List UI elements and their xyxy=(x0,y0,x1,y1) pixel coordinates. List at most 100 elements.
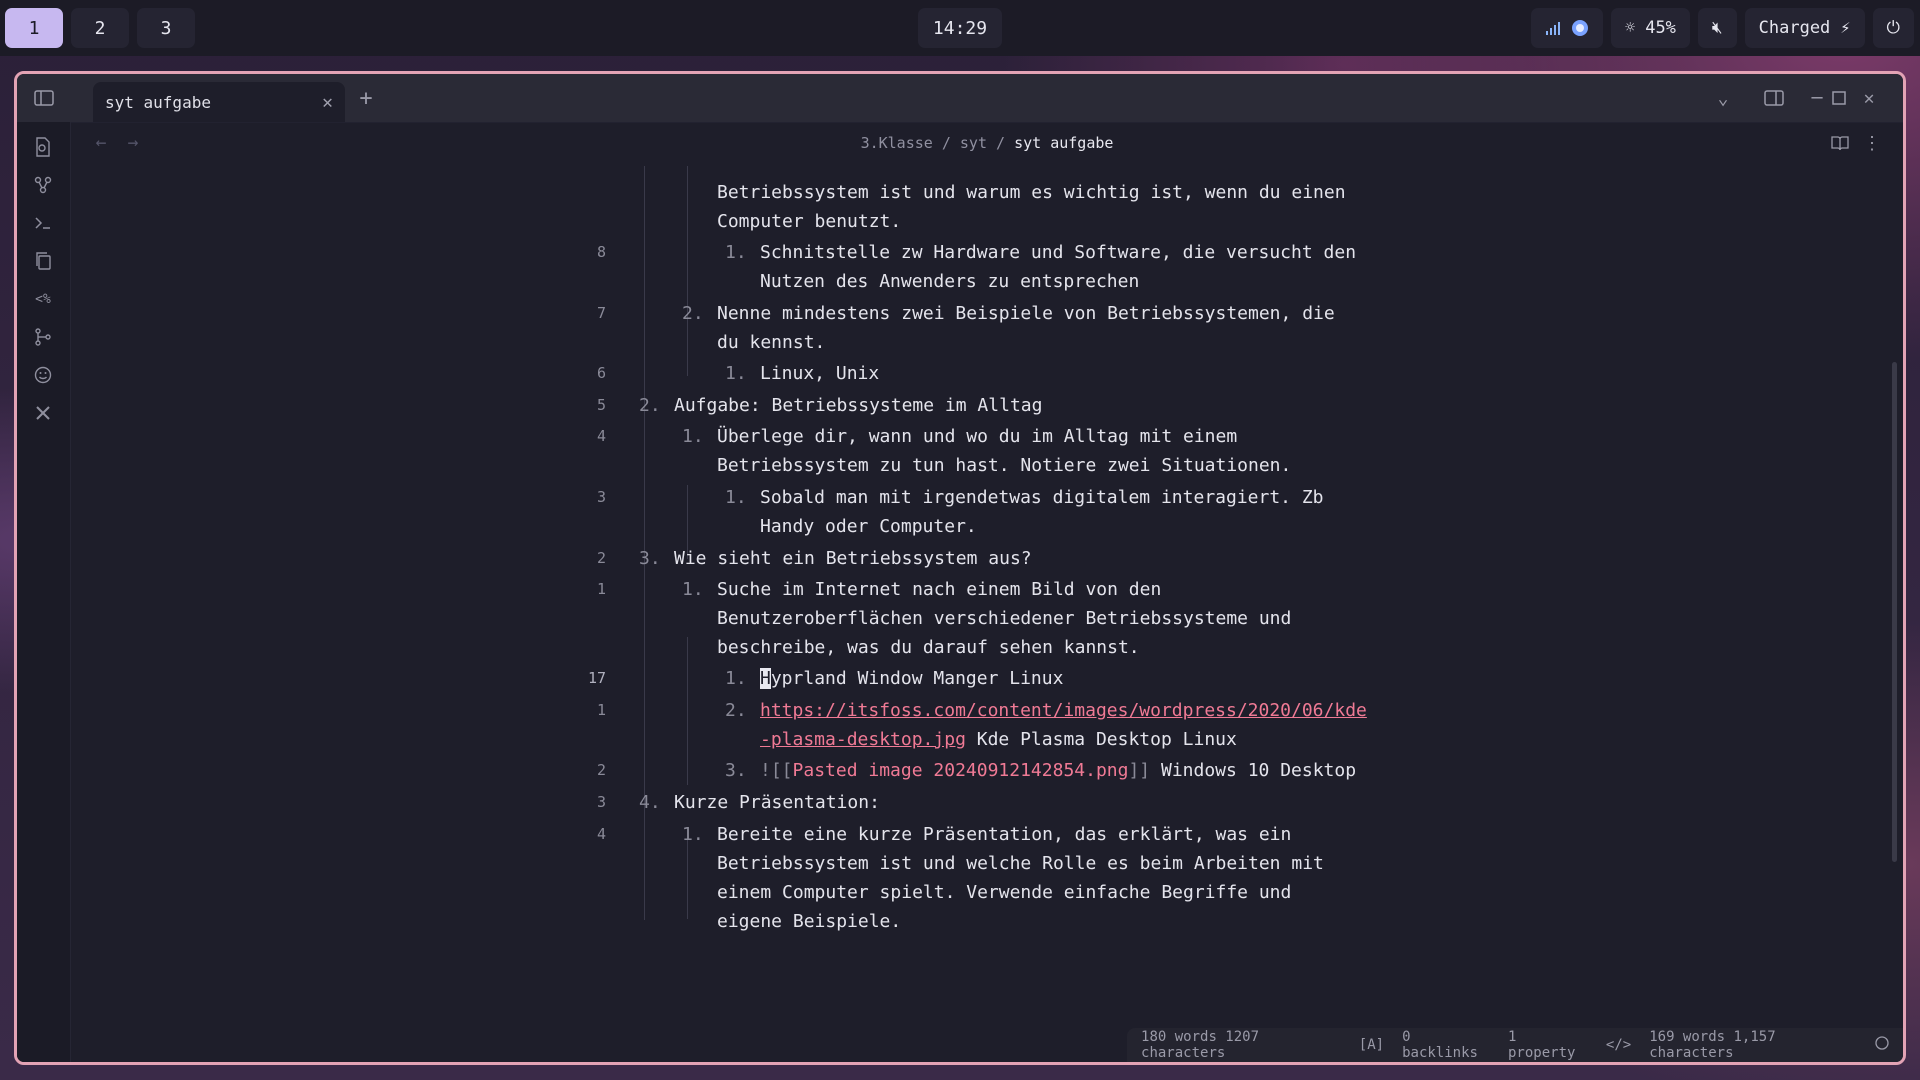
list-item: beschreibe, was du darauf sehen kannst. xyxy=(717,637,1140,658)
split-view-icon[interactable] xyxy=(1761,86,1787,110)
list-item: https://itsfoss.com/content/images/wordp… xyxy=(760,696,1367,725)
list-item: 1. xyxy=(682,426,704,447)
clock[interactable]: 14:29 xyxy=(918,8,1002,48)
line-number: 3 xyxy=(596,488,606,506)
system-tray: ☼ 45% 🔇︎ Charged ⚡︎ ⏻ xyxy=(1530,8,1914,48)
volume-muted-icon: 🔇︎ xyxy=(1711,18,1723,38)
battery-status: Charged xyxy=(1758,18,1831,38)
obsidian-window: syt aufgabe ✕ + ⌄ ─ ✕ <% ← → 3.Klasse / … xyxy=(14,71,1906,1065)
power-icon: ⏻ xyxy=(1886,18,1900,38)
network-tray[interactable] xyxy=(1530,8,1603,48)
maximize-icon[interactable] xyxy=(1827,86,1851,110)
text-cursor: H xyxy=(760,668,771,689)
brightness-value: 45% xyxy=(1645,18,1676,38)
volume-tray[interactable]: 🔇︎ xyxy=(1697,8,1737,48)
brightness-icon: ☼ xyxy=(1624,18,1636,38)
tab-title: syt aufgabe xyxy=(105,92,211,112)
list-item: Wie sieht ein Betriebssystem aus? xyxy=(674,548,1032,569)
minimize-icon[interactable]: ─ xyxy=(1805,86,1829,110)
tab-syt-aufgabe[interactable]: syt aufgabe ✕ xyxy=(93,82,345,122)
list-item: 1. xyxy=(682,824,704,845)
nav-row: ← → 3.Klasse / syt / syt aufgabe ⋮ xyxy=(71,122,1903,164)
terminal-icon[interactable] xyxy=(30,210,56,236)
workspace-3-button[interactable]: 3 xyxy=(137,8,195,48)
indent-guide xyxy=(687,637,688,785)
line-number: 7 xyxy=(596,304,606,322)
list-item: 3. xyxy=(639,548,661,569)
line-number: 8 xyxy=(596,243,606,261)
list-item: 1. xyxy=(725,668,747,689)
sync-status-icon[interactable] xyxy=(1875,1036,1889,1054)
breadcrumb-folder-1[interactable]: 3.Klasse xyxy=(861,134,933,152)
line-number: 1 xyxy=(596,701,606,719)
breadcrumb-current[interactable]: syt aufgabe xyxy=(1014,134,1113,152)
line-number: 4 xyxy=(596,427,606,445)
line-number: 5 xyxy=(596,396,606,414)
scrollbar[interactable] xyxy=(1892,362,1897,862)
external-link[interactable]: https://itsfoss.com/content/images/wordp… xyxy=(760,700,1367,721)
list-item: einem Computer spielt. Verwende einfache… xyxy=(717,882,1292,903)
git-icon[interactable] xyxy=(30,324,56,350)
word-count: 180 words 1207 characters xyxy=(1141,1029,1260,1061)
list-item: eigene Beispiele. xyxy=(717,911,902,932)
editor[interactable]: Betriebssystem ist und warum es wichtig … xyxy=(71,164,1903,1026)
workspace-1-button[interactable]: 1 xyxy=(5,8,63,48)
tools-icon[interactable] xyxy=(30,400,56,426)
list-item: 2. xyxy=(725,700,747,721)
battery-tray[interactable]: Charged ⚡︎ xyxy=(1744,8,1865,48)
external-link-cont[interactable]: -plasma-desktop.jpg xyxy=(760,729,966,750)
properties-count[interactable]: 1 property xyxy=(1508,1029,1588,1061)
list-item: Sobald man mit irgendetwas digitalem int… xyxy=(760,487,1324,508)
list-item: Linux, Unix xyxy=(760,363,880,384)
bluetooth-icon xyxy=(1571,20,1588,36)
brightness-tray[interactable]: ☼ 45% xyxy=(1610,8,1690,48)
list-item: Überlege dir, wann und wo du im Alltag m… xyxy=(717,426,1238,447)
breadcrumb-separator-1: / xyxy=(941,134,951,152)
close-window-icon[interactable]: ✕ xyxy=(1857,86,1881,110)
line-number: 3 xyxy=(596,793,606,811)
breadcrumb-folder-2[interactable]: syt xyxy=(960,134,987,152)
line-number: 2 xyxy=(596,761,606,779)
list-item-current: Hyprland Window Manger Linux xyxy=(760,668,1064,689)
more-options-icon[interactable]: ⋮ xyxy=(1861,132,1883,154)
list-item: Suche im Internet nach einem Bild von de… xyxy=(717,579,1162,600)
power-button[interactable]: ⏻ xyxy=(1872,8,1914,48)
list-item: Nutzen des Anwenders zu entsprechen xyxy=(760,271,1140,292)
list-item: Bereite eine kurze Präsentation, das erk… xyxy=(717,824,1292,845)
graph-icon[interactable] xyxy=(30,172,56,198)
chevron-down-icon[interactable]: ⌄ xyxy=(1711,86,1735,110)
mode-indicator[interactable]: [A] xyxy=(1359,1037,1384,1053)
status-bar: 180 words 1207 characters [A] 0 backlink… xyxy=(1127,1028,1903,1062)
list-item: Handy oder Computer. xyxy=(760,516,977,537)
top-bar: 1 2 3 14:29 ☼ 45% 🔇︎ Charged ⚡︎ ⏻ xyxy=(0,0,1920,56)
title-bar: syt aufgabe ✕ + ⌄ ─ ✕ xyxy=(17,74,1903,123)
signal-icon xyxy=(1545,22,1560,35)
smiley-icon[interactable] xyxy=(30,362,56,388)
copy-icon[interactable] xyxy=(30,248,56,274)
line-number: 4 xyxy=(596,825,606,843)
new-tab-icon[interactable]: + xyxy=(353,86,379,111)
reading-view-icon[interactable] xyxy=(1829,132,1851,154)
workspace-2-button[interactable]: 2 xyxy=(71,8,129,48)
backlinks-count[interactable]: 0 backlinks xyxy=(1402,1029,1490,1061)
list-item: 1. xyxy=(682,579,704,600)
selection-count: 169 words 1,157 characters xyxy=(1649,1029,1776,1061)
list-item: Aufgabe: Betriebssysteme im Alltag xyxy=(674,395,1043,416)
image-embed-link[interactable]: Pasted image 20240912142854.png xyxy=(793,760,1129,781)
current-line-number: 17 xyxy=(587,669,606,687)
list-item: 1. xyxy=(725,242,747,263)
list-item: Betriebssystem zu tun hast. Notiere zwei… xyxy=(717,455,1292,476)
template-icon[interactable]: <% xyxy=(30,286,56,312)
sidebar-toggle-icon[interactable] xyxy=(31,86,57,110)
code-icon[interactable]: </> xyxy=(1606,1037,1631,1053)
indent-guide xyxy=(687,166,688,376)
line-number: 6 xyxy=(596,364,606,382)
list-item: -plasma-desktop.jpg Kde Plasma Desktop L… xyxy=(760,729,1237,750)
list-item: Betriebssystem ist und welche Rolle es b… xyxy=(717,853,1324,874)
list-item: 2. xyxy=(639,395,661,416)
breadcrumb-separator-2: / xyxy=(996,134,1006,152)
list-item: Schnitstelle zw Hardware und Software, d… xyxy=(760,242,1357,263)
close-icon[interactable]: ✕ xyxy=(322,92,333,113)
search-file-icon[interactable] xyxy=(30,134,56,160)
line-number: 2 xyxy=(596,549,606,567)
